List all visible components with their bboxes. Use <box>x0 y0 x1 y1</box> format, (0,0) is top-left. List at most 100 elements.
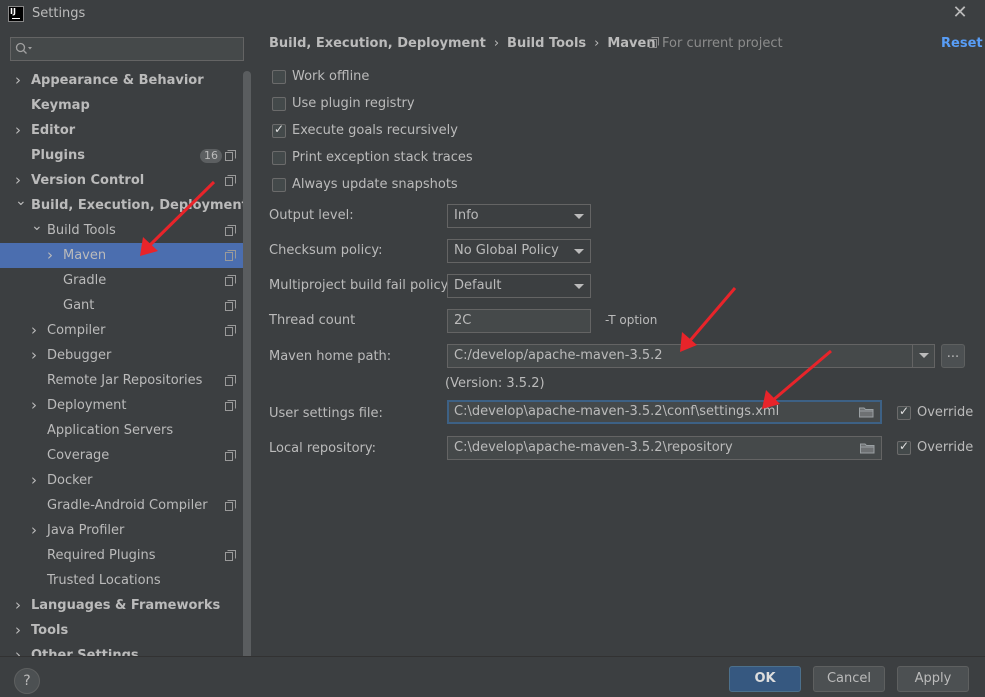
sidebar-item-label: Plugins <box>31 148 85 163</box>
cancel-button[interactable]: Cancel <box>813 666 885 692</box>
checksum-policy-select[interactable]: No Global Policy <box>447 239 591 263</box>
ok-button[interactable]: OK <box>729 666 801 692</box>
copy-icon <box>225 250 236 261</box>
copy-icon <box>225 375 236 386</box>
local-repository-label: Local repository: <box>269 441 376 456</box>
chevron-right-icon[interactable]: › <box>15 618 27 643</box>
folder-icon[interactable] <box>860 442 875 454</box>
breadcrumb-item: Build Tools <box>507 36 587 51</box>
chevron-right-icon[interactable]: › <box>31 343 43 368</box>
sidebar-item-plugins[interactable]: Plugins 16 <box>0 143 243 168</box>
maven-home-dropdown[interactable] <box>912 344 934 368</box>
breadcrumb-item: Build, Execution, Deployment <box>269 36 486 51</box>
chevron-down-icon <box>574 214 584 219</box>
chevron-right-icon[interactable]: › <box>31 318 43 343</box>
sidebar-item-label: Coverage <box>47 448 110 463</box>
thread-count-input[interactable]: 2C <box>447 309 591 333</box>
maven-home-label: Maven home path: <box>269 349 392 364</box>
chevron-right-icon[interactable]: › <box>15 118 27 143</box>
close-icon[interactable]: ✕ <box>950 3 970 23</box>
sidebar-item-coverage[interactable]: Coverage <box>0 443 243 468</box>
sidebar-item-languages-frameworks[interactable]: › Languages & Frameworks <box>0 593 243 618</box>
window-title: Settings <box>32 6 86 21</box>
sidebar-item-deployment[interactable]: › Deployment <box>0 393 243 418</box>
folder-icon[interactable] <box>859 406 874 418</box>
sidebar-item-appearance-behavior[interactable]: › Appearance & Behavior <box>0 68 243 93</box>
breadcrumb-separator: › <box>493 36 500 51</box>
title-bar: IJ Settings ✕ <box>0 0 985 28</box>
chevron-right-icon[interactable]: › <box>15 593 27 618</box>
sidebar-item-maven[interactable]: › Maven <box>0 243 243 268</box>
help-button[interactable]: ? <box>14 668 40 694</box>
breadcrumb: Build, Execution, Deployment › Build Tools… <box>269 36 656 51</box>
chevron-down-icon[interactable]: ⌄ <box>15 189 27 214</box>
copy-icon <box>225 450 236 461</box>
chevron-right-icon[interactable]: › <box>15 68 27 93</box>
copy-icon <box>225 175 236 186</box>
sidebar-item-label: Debugger <box>47 348 112 363</box>
thread-count-hint: -T option <box>605 313 658 327</box>
maven-version-label: (Version: 3.5.2) <box>445 376 545 391</box>
checkbox-box[interactable] <box>272 151 286 165</box>
chevron-down-icon <box>574 249 584 254</box>
chevron-right-icon[interactable]: › <box>31 393 43 418</box>
sidebar-item-keymap[interactable]: Keymap <box>0 93 243 118</box>
sidebar-item-label: Remote Jar Repositories <box>47 373 203 388</box>
copy-icon <box>225 325 236 336</box>
checkbox-box[interactable] <box>272 97 286 111</box>
sidebar-item-java-profiler[interactable]: › Java Profiler <box>0 518 243 543</box>
sidebar-scrollbar[interactable] <box>243 71 251 656</box>
project-scope-label: For current project <box>649 36 783 51</box>
sidebar-item-other-settings[interactable]: › Other Settings <box>0 643 243 656</box>
sidebar-item-label: Gant <box>63 298 95 313</box>
sidebar-item-version-control[interactable]: › Version Control <box>0 168 243 193</box>
checkbox-box[interactable] <box>897 439 911 455</box>
sidebar-item-tools[interactable]: › Tools <box>0 618 243 643</box>
sidebar-item-label: Build, Execution, Deployment <box>31 198 248 213</box>
search-icon <box>15 42 32 54</box>
sidebar-item-gant[interactable]: Gant <box>0 293 243 318</box>
local-repository-input[interactable]: C:\develop\apache-maven-3.5.2\repository <box>447 436 882 460</box>
sidebar-item-trusted-locations[interactable]: Trusted Locations <box>0 568 243 593</box>
apply-button[interactable]: Apply <box>897 666 969 692</box>
fail-policy-select[interactable]: Default <box>447 274 591 298</box>
output-level-label: Output level: <box>269 208 354 223</box>
sidebar-item-label: Maven <box>63 248 107 263</box>
chevron-down-icon[interactable]: ⌄ <box>31 214 43 239</box>
copy-icon <box>225 300 236 311</box>
user-settings-label: User settings file: <box>269 406 383 421</box>
sidebar-item-label: Compiler <box>47 323 106 338</box>
sidebar-item-required-plugins[interactable]: Required Plugins <box>0 543 243 568</box>
checkbox-box[interactable] <box>897 404 911 420</box>
sidebar-item-label: Keymap <box>31 98 90 113</box>
sidebar-item-docker[interactable]: › Docker <box>0 468 243 493</box>
chevron-right-icon[interactable]: › <box>31 518 43 543</box>
settings-search-input[interactable] <box>10 37 244 61</box>
sidebar-item-editor[interactable]: › Editor <box>0 118 243 143</box>
chevron-down-icon <box>574 284 584 289</box>
output-level-select[interactable]: Info <box>447 204 591 228</box>
sidebar-item-debugger[interactable]: › Debugger <box>0 343 243 368</box>
sidebar-item-gradle[interactable]: Gradle <box>0 268 243 293</box>
sidebar-item-application-servers[interactable]: Application Servers <box>0 418 243 443</box>
chevron-right-icon[interactable]: › <box>15 643 27 656</box>
maven-home-browse-button[interactable]: ... <box>941 344 965 368</box>
chevron-right-icon[interactable]: › <box>31 468 43 493</box>
sidebar-item-label: Appearance & Behavior <box>31 73 204 88</box>
sidebar-item-build-tools[interactable]: ⌄ Build Tools <box>0 218 243 243</box>
checkbox-box[interactable] <box>272 178 286 192</box>
thread-count-label: Thread count <box>269 313 356 328</box>
checkbox-box[interactable] <box>272 122 286 138</box>
sidebar-item-compiler[interactable]: › Compiler <box>0 318 243 343</box>
copy-icon <box>225 500 236 511</box>
annotation-arrow-icon <box>680 287 737 352</box>
sidebar-item-label: Application Servers <box>47 423 174 438</box>
chevron-right-icon[interactable]: › <box>47 243 59 268</box>
reset-link[interactable]: Reset <box>941 36 983 51</box>
user-settings-input[interactable]: C:\develop\apache-maven-3.5.2\conf\setti… <box>447 400 882 424</box>
sidebar-item-remote-jar-repositories[interactable]: Remote Jar Repositories <box>0 368 243 393</box>
chevron-down-icon <box>919 353 929 358</box>
checkbox-box[interactable] <box>272 70 286 84</box>
maven-home-combo[interactable]: C:/develop/apache-maven-3.5.2 <box>447 344 935 368</box>
sidebar-item-gradle-android-compiler[interactable]: Gradle-Android Compiler <box>0 493 243 518</box>
